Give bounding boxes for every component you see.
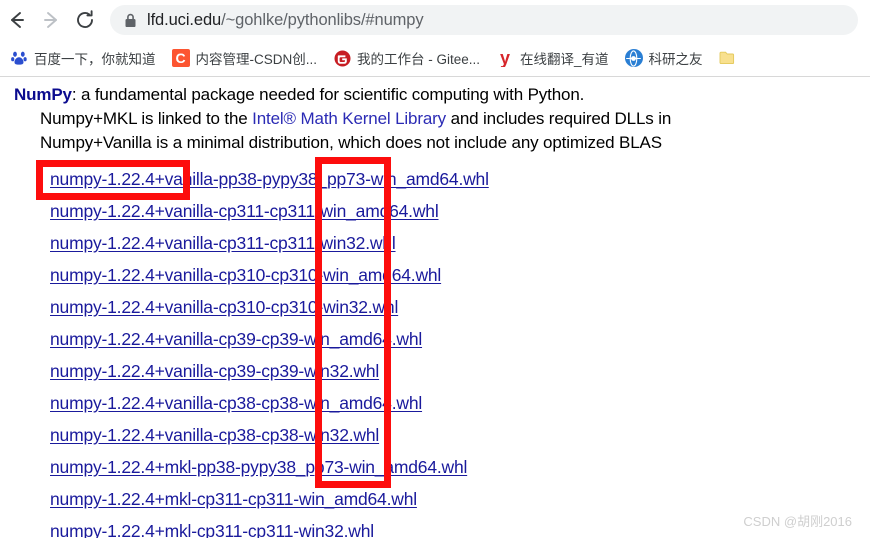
address-bar[interactable]: lfd.uci.edu/~gohlke/pythonlibs/#numpy xyxy=(110,5,858,35)
browser-window: lfd.uci.edu/~gohlke/pythonlibs/#numpy 百度… xyxy=(0,0,870,538)
list-item[interactable]: numpy-1.22.4+vanilla-cp311-cp311-win32.w… xyxy=(50,233,396,254)
wheel-file-list: numpy-1.22.4+vanilla-pp38-pypy38_pp73-wi… xyxy=(0,77,870,538)
folder-icon xyxy=(719,49,737,67)
bookmark-label: 我的工作台 - Gitee... xyxy=(357,52,481,67)
bookmark-item[interactable]: 百度一下，你就知道 xyxy=(10,48,156,68)
reload-button[interactable] xyxy=(68,3,102,37)
url-host: lfd.uci.edu xyxy=(147,10,222,29)
list-item[interactable]: numpy-1.22.4+vanilla-cp39-cp39-win_amd64… xyxy=(50,329,422,350)
url-path: /~gohlke/pythonlibs/#numpy xyxy=(221,10,424,29)
globe-icon xyxy=(624,49,643,67)
bookmark-label: 在线翻译_有道 xyxy=(520,52,609,67)
list-item[interactable]: numpy-1.22.4+vanilla-cp310-cp310-win_amd… xyxy=(50,265,441,286)
browser-toolbar: lfd.uci.edu/~gohlke/pythonlibs/#numpy xyxy=(0,0,870,40)
page-content: NumPy: a fundamental package needed for … xyxy=(0,77,870,538)
list-item[interactable]: numpy-1.22.4+vanilla-pp38-pypy38_pp73-wi… xyxy=(50,169,489,190)
address-bar-text: lfd.uci.edu/~gohlke/pythonlibs/#numpy xyxy=(147,11,424,30)
list-item[interactable]: numpy-1.22.4+mkl-pp38-pypy38_pp73-win_am… xyxy=(50,457,467,478)
bookmark-item[interactable]: 我的工作台 - Gitee... xyxy=(333,48,480,68)
gitee-icon xyxy=(333,49,351,67)
bookmark-label: 科研之友 xyxy=(648,52,703,67)
list-item[interactable]: numpy-1.22.4+vanilla-cp310-cp310-win32.w… xyxy=(50,297,398,318)
bookmark-folder[interactable] xyxy=(719,49,743,67)
bookmark-label: 百度一下，你就知道 xyxy=(34,52,156,67)
baidu-paw-icon xyxy=(10,49,28,67)
forward-button[interactable] xyxy=(34,3,68,37)
list-item[interactable]: numpy-1.22.4+vanilla-cp311-cp311-win_amd… xyxy=(50,201,439,222)
bookmark-item[interactable]: y 在线翻译_有道 xyxy=(496,48,609,68)
lock-icon[interactable] xyxy=(124,13,137,28)
bookmarks-bar: 百度一下，你就知道 C 内容管理-CSDN创... 我的工作台 - Gitee.… xyxy=(0,40,870,76)
list-item[interactable]: numpy-1.22.4+mkl-cp311-cp311-win32.whl xyxy=(50,521,374,538)
csdn-icon: C xyxy=(171,49,190,67)
list-item[interactable]: numpy-1.22.4+vanilla-cp39-cp39-win32.whl xyxy=(50,361,379,382)
bookmark-label: 内容管理-CSDN创... xyxy=(195,52,318,67)
list-item[interactable]: numpy-1.22.4+vanilla-cp38-cp38-win_amd64… xyxy=(50,393,422,414)
watermark: CSDN @胡刚2016 xyxy=(743,514,852,529)
bookmark-item[interactable]: 科研之友 xyxy=(624,48,703,68)
youdao-icon: y xyxy=(500,49,511,67)
list-item[interactable]: numpy-1.22.4+mkl-cp311-cp311-win_amd64.w… xyxy=(50,489,417,510)
bookmark-item[interactable]: C 内容管理-CSDN创... xyxy=(171,48,318,68)
list-item[interactable]: numpy-1.22.4+vanilla-cp38-cp38-win32.whl xyxy=(50,425,379,446)
back-button[interactable] xyxy=(0,3,34,37)
